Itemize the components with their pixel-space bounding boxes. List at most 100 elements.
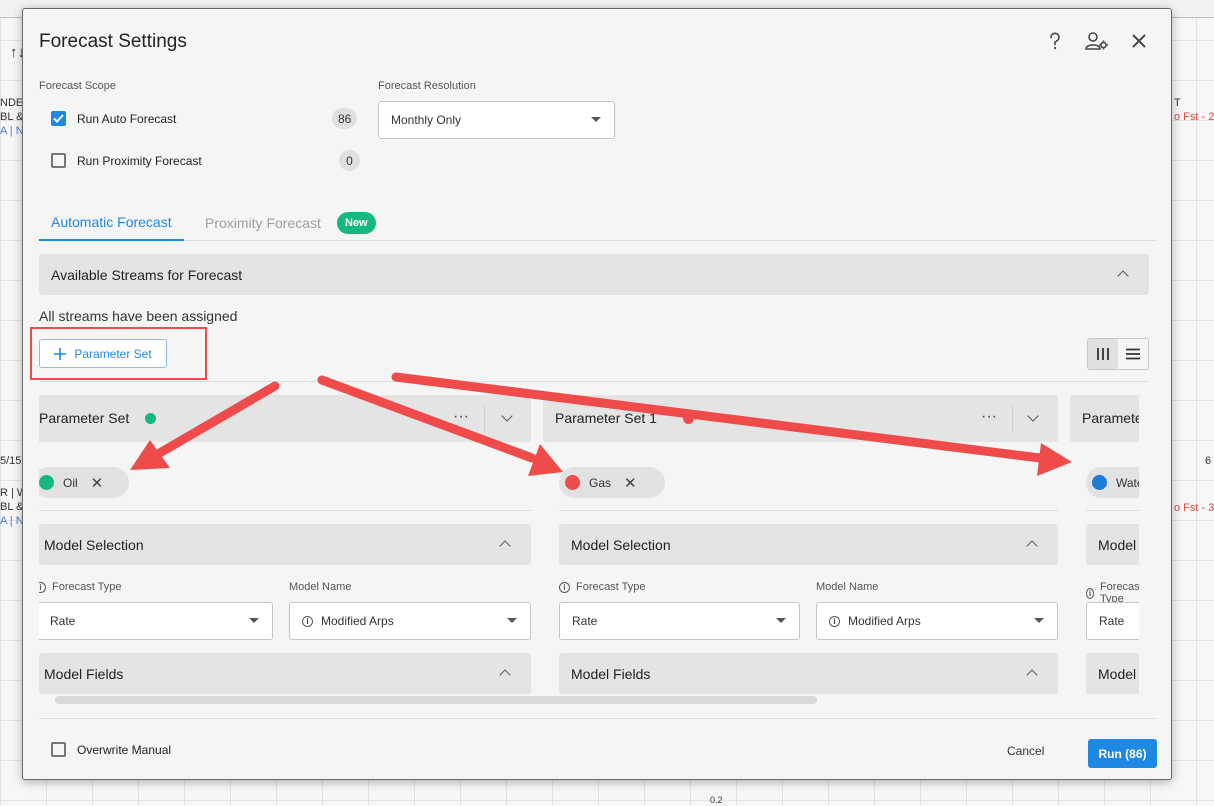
chevron-down-icon — [249, 618, 259, 623]
bg-text: BL & — [0, 501, 24, 513]
available-streams-accordion[interactable]: Available Streams for Forecast — [39, 254, 1149, 295]
info-icon[interactable]: i — [302, 615, 313, 627]
parameter-set-title: Parameter Set 2 — [1082, 410, 1139, 426]
run-auto-forecast-row[interactable]: Run Auto Forecast — [51, 111, 176, 126]
chevron-down-icon — [776, 618, 786, 623]
view-toggle — [1087, 338, 1149, 370]
chevron-down-icon[interactable] — [501, 410, 513, 422]
divider — [1086, 510, 1139, 511]
more-options-icon[interactable]: ··· — [981, 408, 997, 426]
stream-dot — [1092, 475, 1107, 490]
stream-color-dot — [683, 413, 694, 424]
header-divider — [1012, 406, 1013, 432]
stream-dot — [39, 475, 54, 490]
overwrite-manual-row[interactable]: Overwrite Manual — [51, 742, 171, 757]
model-name-value: Modified Arps — [321, 614, 394, 628]
divider — [39, 381, 1149, 382]
model-name-label: Model Name — [816, 581, 879, 593]
forecast-type-select[interactable]: Rate — [559, 602, 800, 640]
model-selection-accordion[interactable]: Model Selection — [559, 524, 1058, 565]
forecast-type-value: Rate — [1099, 614, 1125, 628]
dialog-title: Forecast Settings — [39, 31, 187, 52]
tab-automatic-forecast[interactable]: Automatic Forecast — [39, 205, 184, 241]
bg-text: o Fst - 39 — [1174, 502, 1214, 514]
model-selection-accordion[interactable]: Model Selection — [1086, 524, 1139, 565]
model-selection-title: Model Selection — [571, 536, 671, 553]
run-proximity-forecast-row[interactable]: Run Proximity Forecast — [51, 153, 202, 168]
user-settings-icon[interactable] — [1085, 29, 1109, 53]
forecast-tabs: Automatic Forecast Proximity Forecast Ne… — [39, 205, 1157, 241]
info-icon[interactable]: i — [559, 581, 570, 593]
chevron-down-icon — [591, 117, 601, 122]
cancel-button[interactable]: Cancel — [1007, 744, 1044, 758]
forecast-resolution-value: Monthly Only — [391, 113, 462, 127]
forecast-resolution-select[interactable]: Monthly Only — [378, 101, 615, 139]
divider — [39, 510, 531, 511]
more-options-icon[interactable]: ··· — [453, 408, 469, 426]
streams-status-message: All streams have been assigned — [39, 308, 238, 324]
model-selection-title: Model Selection — [1098, 536, 1139, 553]
header-divider — [484, 406, 485, 432]
model-fields-title: Model Fields — [1098, 665, 1139, 682]
run-proximity-forecast-label: Run Proximity Forecast — [77, 153, 202, 168]
forecast-type-label: i Forecast Type — [39, 581, 122, 593]
bg-text: A | N — [0, 125, 24, 137]
stream-chip-gas[interactable]: Gas ✕ — [559, 467, 665, 498]
parameter-set-title: Parameter Set 1 — [555, 410, 657, 426]
available-streams-title: Available Streams for Forecast — [51, 266, 243, 283]
run-auto-forecast-label: Run Auto Forecast — [77, 111, 177, 126]
model-name-label: Model Name — [289, 581, 352, 593]
model-selection-title: Model Selection — [44, 536, 144, 553]
auto-forecast-count: 86 — [332, 108, 358, 129]
chevron-up-icon — [1026, 669, 1038, 681]
parameter-set-header[interactable]: Parameter Set 1 ··· — [543, 395, 1058, 442]
chevron-down-icon[interactable] — [1027, 410, 1039, 422]
columns-view-icon[interactable] — [1088, 339, 1118, 369]
bg-text: 6 — [1205, 455, 1212, 467]
model-fields-accordion[interactable]: Model Fields — [1086, 653, 1139, 694]
stream-chip-oil[interactable]: Oil ✕ — [39, 467, 129, 498]
run-button[interactable]: Run (86) — [1088, 739, 1157, 768]
model-fields-accordion[interactable]: Model Fields — [39, 653, 531, 694]
divider — [559, 510, 1058, 511]
horizontal-scrollbar[interactable] — [55, 696, 817, 704]
forecast-type-select[interactable]: Rate — [1086, 602, 1139, 640]
chevron-down-icon — [507, 618, 517, 623]
parameter-set-column: Parameter Set 2 Water Model Selection i … — [1070, 395, 1139, 695]
help-icon[interactable] — [1043, 29, 1067, 53]
forecast-type-select[interactable]: Rate — [39, 602, 273, 640]
info-icon[interactable]: i — [829, 615, 840, 627]
info-icon[interactable]: i — [39, 581, 46, 593]
run-auto-forecast-checkbox[interactable] — [51, 111, 66, 126]
stream-chip-water[interactable]: Water — [1086, 467, 1139, 498]
model-name-select[interactable]: i Modified Arps — [816, 602, 1058, 640]
list-view-icon[interactable] — [1118, 339, 1148, 369]
bg-text: T — [1174, 97, 1181, 109]
overwrite-manual-label: Overwrite Manual — [77, 742, 172, 757]
model-name-select[interactable]: i Modified Arps — [289, 602, 531, 640]
stream-dot — [565, 475, 580, 490]
parameter-set-header[interactable]: Parameter Set ··· — [39, 395, 531, 442]
bg-text: o Fst - 21 — [1174, 111, 1214, 123]
model-selection-accordion[interactable]: Model Selection — [39, 524, 531, 565]
close-icon[interactable] — [1127, 29, 1151, 53]
parameter-set-header[interactable]: Parameter Set 2 — [1070, 395, 1139, 442]
parameter-set-title: Parameter Set — [39, 410, 130, 426]
tab-proximity-forecast[interactable]: Proximity Forecast — [193, 205, 333, 241]
close-icon[interactable]: ✕ — [624, 474, 637, 492]
forecast-scope-label: Forecast Scope — [39, 80, 117, 92]
model-fields-title: Model Fields — [44, 665, 124, 682]
run-proximity-forecast-checkbox[interactable] — [51, 153, 66, 168]
forecast-settings-dialog: Forecast Settings Forecast Scope Run Aut… — [22, 8, 1172, 780]
close-icon[interactable]: ✕ — [91, 474, 104, 492]
bg-text: 5/15 — [0, 455, 22, 467]
stream-chip-label: Water — [1116, 475, 1139, 490]
proximity-forecast-count: 0 — [339, 150, 360, 171]
bg-text: 0.2 — [710, 795, 723, 805]
footer-divider — [39, 718, 1157, 719]
model-fields-accordion[interactable]: Model Fields — [559, 653, 1058, 694]
info-icon[interactable]: i — [1086, 587, 1094, 599]
overwrite-manual-checkbox[interactable] — [51, 742, 66, 757]
chevron-down-icon — [1034, 618, 1044, 623]
new-badge: New — [337, 212, 376, 234]
